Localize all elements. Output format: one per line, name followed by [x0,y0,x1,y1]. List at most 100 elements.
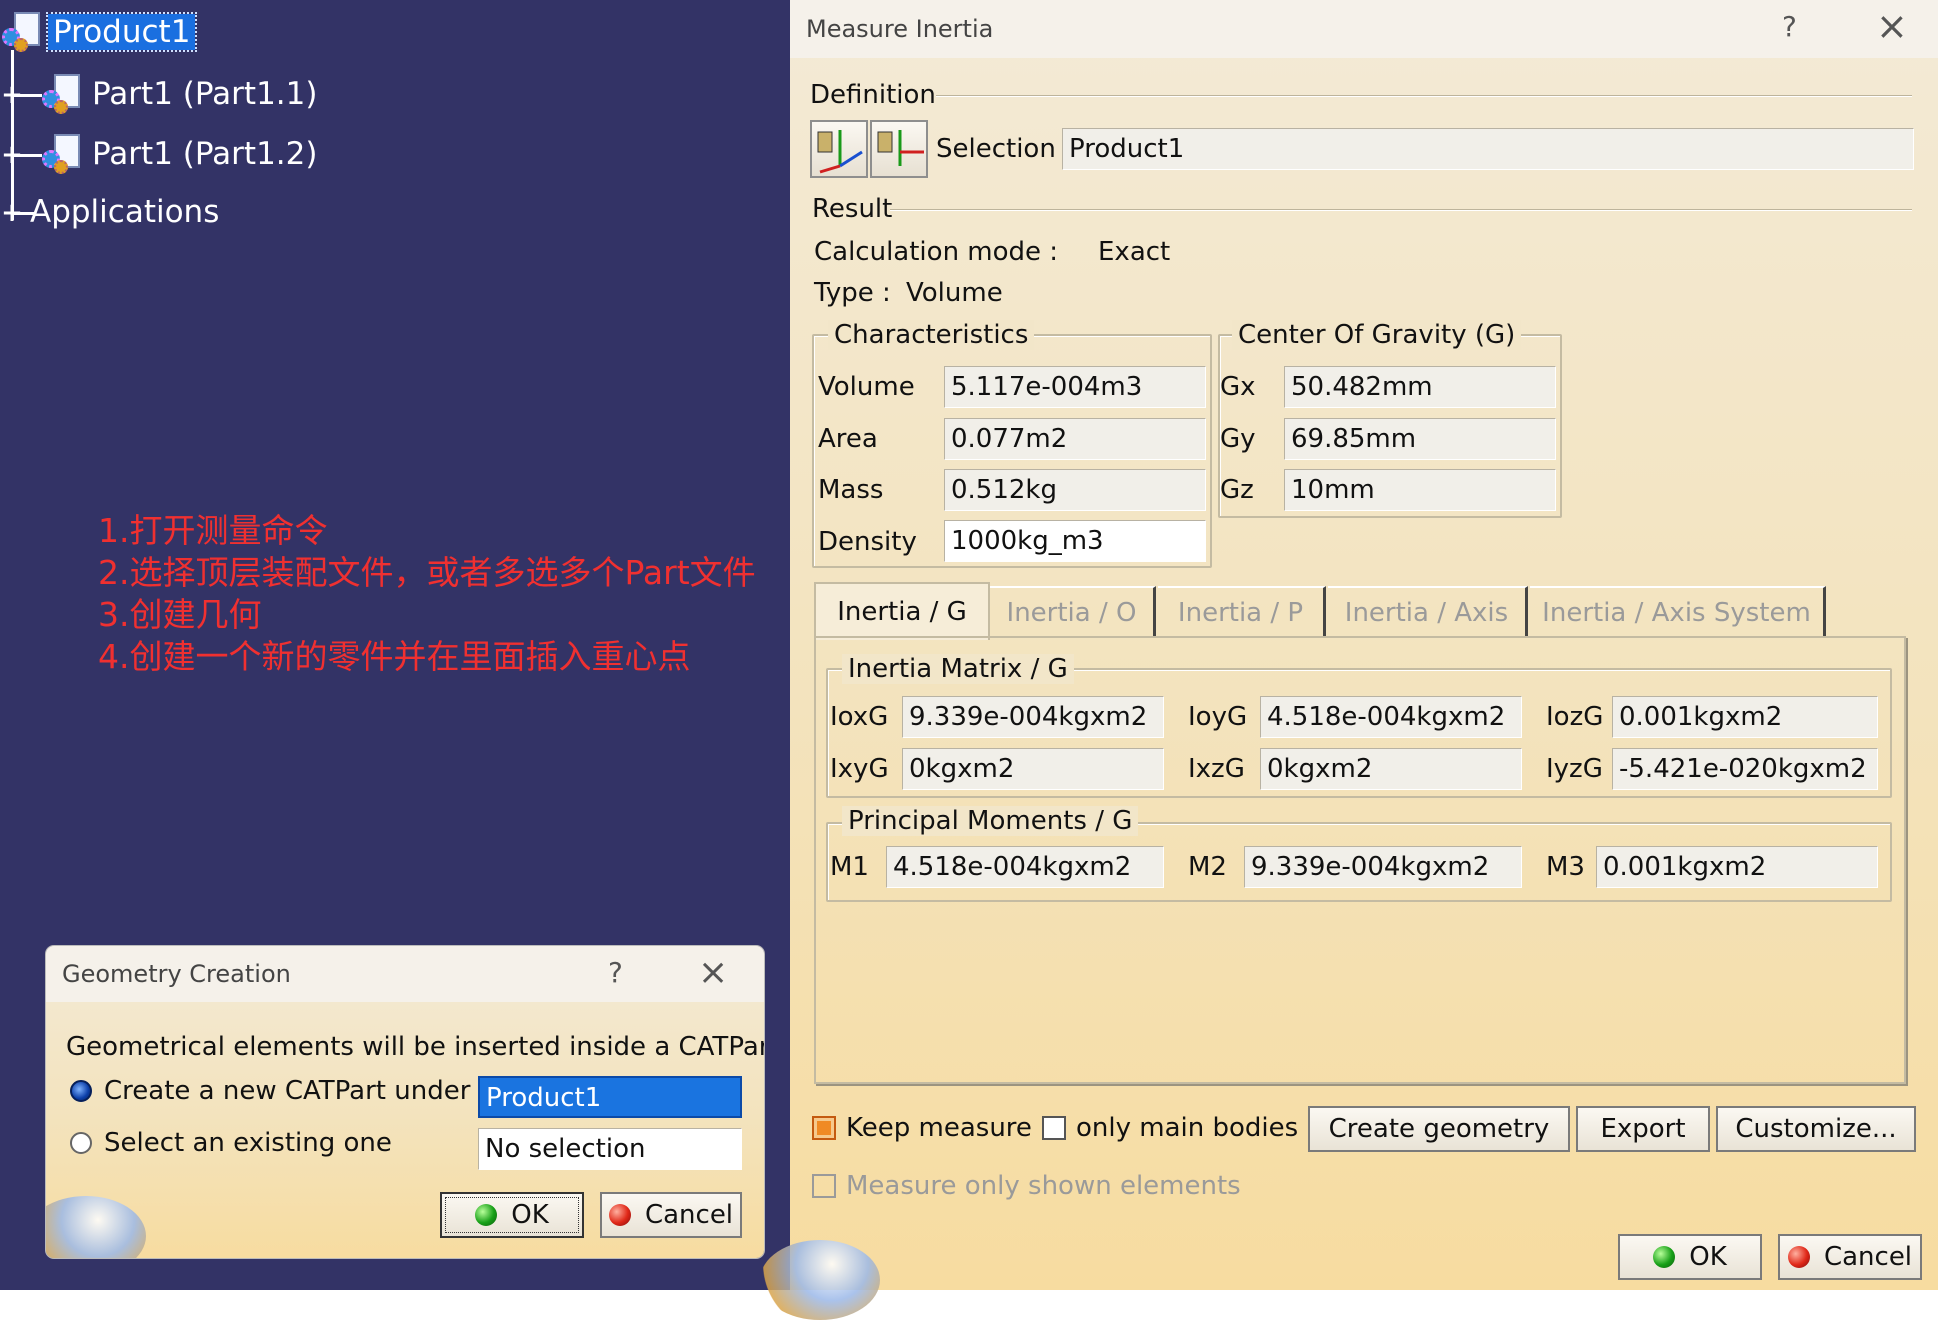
m3-label: M3 [1546,852,1585,882]
cancel-label: Cancel [644,1200,734,1230]
m2-field: 9.339e-004kgxm2 [1244,846,1522,888]
annotation-line: 3.创建几何 [98,595,262,634]
volume-field: 5.117e-004m3 [944,366,1206,408]
create-new-target-field[interactable]: Product1 [478,1076,742,1118]
ok-label: OK [511,1200,549,1230]
iozg-label: IozG [1546,702,1604,732]
cancel-icon [1787,1246,1810,1268]
annotation-line: 1.打开测量命令 [98,511,328,550]
dialog-title: Geometry Creation [62,960,291,988]
instruction-annotation: 1.打开测量命令 2.选择顶层装配文件，或者多选多个Part文件 3.创建几何 … [98,510,756,678]
tab-inertia-axis-system[interactable]: Inertia / Axis System [1530,586,1826,638]
ioxg-field: 9.339e-004kgxm2 [902,696,1164,738]
geometry-message: Geometrical elements will be inserted in… [66,1032,764,1062]
dialog-title: Measure Inertia [806,15,994,43]
density-field[interactable]: 1000kg_m3 [944,520,1206,562]
tree-node-label: Part1 (Part1.2) [92,136,318,172]
tree-node-applications[interactable]: + Applications [0,190,219,234]
tree-node-part1-1[interactable]: + Part1 (Part1.1) [0,70,317,118]
create-geometry-button[interactable]: Create geometry [1308,1106,1570,1152]
mass-field: 0.512kg [944,469,1206,511]
area-label: Area [818,424,878,454]
annotation-line: 4.创建一个新的零件并在里面插入重心点 [98,637,691,676]
tree-branch-line [14,212,36,215]
result-rule [890,209,1912,211]
select-existing-field[interactable]: No selection [478,1128,742,1170]
cancel-icon [608,1204,631,1226]
3d-viewport[interactable]: Product1 + Part1 (Part1.1) + Part1 (Part… [0,0,790,1290]
radio-select-existing[interactable] [70,1132,92,1154]
measure-only-shown-label: Measure only shown elements [846,1171,1241,1201]
gx-field: 50.482mm [1284,366,1556,408]
type-value: Volume [906,278,1003,308]
iozg-field: 0.001kgxm2 [1612,696,1878,738]
selection-field[interactable]: Product1 [1062,128,1914,170]
create-new-label: Create a new CATPart under [104,1076,471,1106]
measure-inertia-titlebar[interactable]: Measure Inertia [790,0,1938,58]
keep-measure-label: Keep measure [846,1113,1032,1143]
ixyg-label: IxyG [830,754,889,784]
geometry-cancel-button[interactable]: Cancel [600,1192,742,1238]
cancel-label: Cancel [1823,1242,1913,1272]
center-of-gravity-label: Center Of Gravity (G) [1232,320,1522,350]
tree-node-label: Applications [30,194,220,230]
inertia-2d-icon[interactable] [870,120,928,178]
ok-icon [1653,1246,1676,1268]
tree-node-product1[interactable]: Product1 [0,8,198,56]
geometry-ok-button[interactable]: OK [440,1192,584,1238]
tree-node-part1-2[interactable]: + Part1 (Part1.2) [0,130,317,178]
ixzg-field: 0kgxm2 [1260,748,1522,790]
measure-only-shown-checkbox[interactable] [812,1174,836,1198]
measure-ok-button[interactable]: OK [1618,1234,1762,1280]
m1-field: 4.518e-004kgxm2 [886,846,1164,888]
ioyg-label: IoyG [1188,702,1248,732]
gy-field: 69.85mm [1284,418,1556,460]
tab-inertia-o[interactable]: Inertia / O [990,586,1156,638]
only-main-bodies-checkbox[interactable] [1042,1116,1066,1140]
ioxg-label: IoxG [830,702,889,732]
m2-label: M2 [1188,852,1227,882]
only-main-bodies-label: only main bodies [1076,1113,1299,1143]
volume-label: Volume [818,372,915,402]
inertia-g-panel: Inertia Matrix / G IoxG 9.339e-004kgxm2 … [814,636,1906,1084]
part-icon [40,132,84,176]
help-button[interactable]: ? [608,956,623,989]
inertia-3d-icon[interactable] [810,120,868,178]
close-icon[interactable]: × [698,952,728,993]
selection-label: Selection : [936,134,1073,164]
radio-create-new[interactable] [70,1080,92,1102]
decorative-orb [46,1196,146,1258]
tab-inertia-axis[interactable]: Inertia / Axis [1328,586,1528,638]
keep-measure-checkbox[interactable] [812,1116,836,1140]
m1-label: M1 [830,852,869,882]
density-label: Density [818,527,917,557]
export-button[interactable]: Export [1576,1106,1710,1152]
iyzg-field: -5.421e-020kgxm2 [1612,748,1878,790]
select-existing-label: Select an existing one [104,1128,392,1158]
tree-branch-line [14,154,42,157]
type-label: Type : [814,278,891,308]
help-button[interactable]: ? [1782,10,1797,43]
geometry-creation-titlebar[interactable]: Geometry Creation [46,946,764,1002]
result-label: Result [812,194,893,224]
tree-node-label: Part1 (Part1.1) [92,76,318,112]
ioyg-field: 4.518e-004kgxm2 [1260,696,1522,738]
iyzg-label: IyzG [1546,754,1603,784]
inertia-matrix-label: Inertia Matrix / G [842,654,1074,684]
ok-icon [475,1204,498,1226]
customize-button[interactable]: Customize... [1716,1106,1916,1152]
annotation-line: 2.选择顶层装配文件，或者多选多个Part文件 [98,553,756,592]
close-icon[interactable]: × [1876,4,1908,48]
tab-inertia-p[interactable]: Inertia / P [1158,586,1326,638]
measure-inertia-dialog: Measure Inertia ? × Definition Selection… [760,0,1938,1320]
tree-node-label: Product1 [45,12,198,52]
ixzg-label: IxzG [1188,754,1245,784]
measure-cancel-button[interactable]: Cancel [1778,1234,1922,1280]
product-icon [0,10,44,54]
part-icon [40,72,84,116]
definition-label: Definition [810,80,936,110]
principal-moments-label: Principal Moments / G [842,806,1139,836]
tab-inertia-g[interactable]: Inertia / G [814,582,990,640]
characteristics-label: Characteristics [828,320,1035,350]
gz-label: Gz [1220,475,1254,505]
